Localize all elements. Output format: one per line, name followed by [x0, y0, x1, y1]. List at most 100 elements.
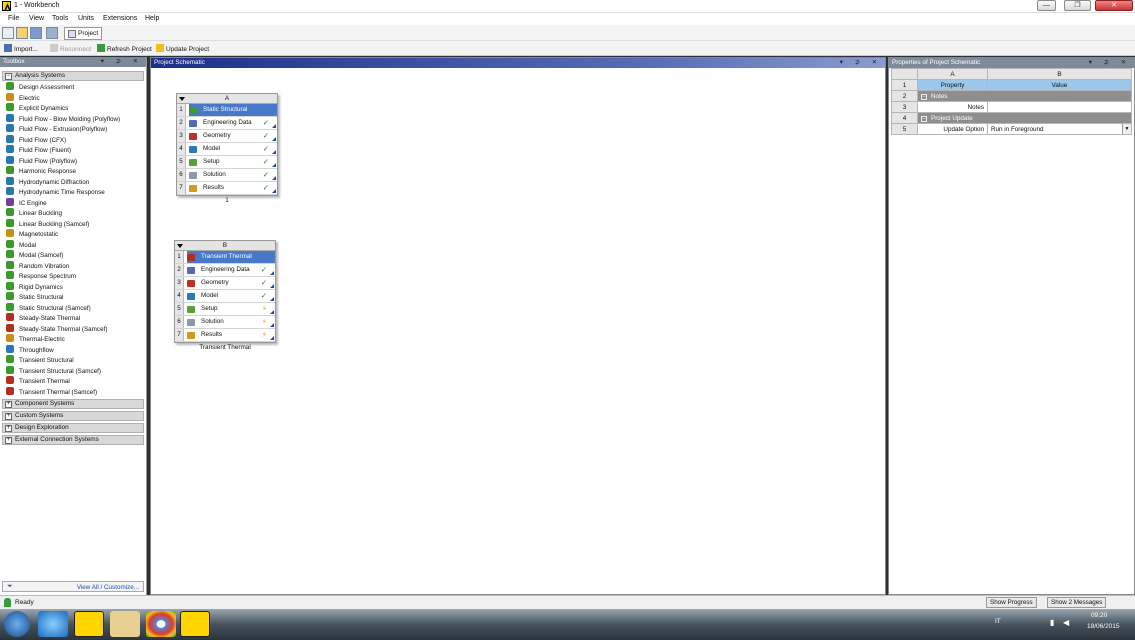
toolbox-item[interactable]: Random Vibration	[6, 260, 69, 271]
toolbox-item[interactable]: Fluid Flow (Polyflow)	[6, 155, 77, 166]
toolbox-item[interactable]: Static Structural (Samcef)	[6, 302, 91, 313]
clock-date[interactable]: 18/06/2015	[1087, 623, 1120, 630]
system-title-row[interactable]: 1 Static Structural	[177, 104, 277, 117]
reconnect-button[interactable]: Reconnect	[50, 44, 91, 53]
tab-project[interactable]: Project	[64, 27, 102, 40]
restore-button[interactable]: ❐	[1064, 0, 1091, 11]
toolbox-item[interactable]: Design Assessment	[6, 82, 74, 92]
toolbox-item[interactable]: Transient Thermal (Samcef)	[6, 386, 97, 397]
toolbox-item[interactable]: Transient Structural (Samcef)	[6, 365, 101, 376]
toolbox-item[interactable]: Fluid Flow - Extrusion(Polyflow)	[6, 124, 107, 134]
toolbox-item[interactable]: Steady-State Thermal (Samcef)	[6, 323, 107, 334]
toolbox-item[interactable]: Rigid Dynamics	[6, 281, 63, 292]
group-external-connection-systems[interactable]: + External Connection Systems	[2, 435, 144, 445]
new-icon[interactable]	[2, 27, 14, 39]
dropdown-arrow-icon[interactable]: ▼	[1122, 124, 1131, 134]
analysis-system-block[interactable]: A 1 Static Structural 2 Engineering Data ✓ 3 Ge…	[176, 93, 278, 196]
group-design-exploration[interactable]: + Design Exploration	[2, 423, 144, 433]
toolbox-item[interactable]: Fluid Flow - Blow Molding (Polyflow)	[6, 113, 120, 124]
show-messages-button[interactable]: Show 2 Messages	[1047, 597, 1107, 608]
menu-extensions[interactable]: Extensions	[103, 15, 137, 22]
toolbox-item[interactable]: Harmonic Response	[6, 166, 76, 176]
property-row[interactable]: 3 Notes	[891, 101, 1132, 113]
system-cell-row[interactable]: 2 Engineering Data ✓	[177, 117, 277, 130]
toolbox-item[interactable]: Hydrodynamic Diffraction	[6, 176, 89, 187]
toolbox-item[interactable]: Steady-State Thermal	[6, 313, 80, 323]
system-cell-row[interactable]: 2 Engineering Data ✓	[175, 264, 275, 277]
toolbox-item[interactable]: Fluid Flow (CFX)	[6, 134, 66, 145]
toolbox-item[interactable]: Electric	[6, 92, 40, 103]
volume-icon[interactable]: ◀	[1063, 618, 1069, 627]
network-icon[interactable]: ▮	[1050, 618, 1054, 627]
clock-time[interactable]: 09:20	[1091, 612, 1107, 619]
save-as-icon[interactable]	[46, 27, 58, 39]
group-custom-systems[interactable]: + Custom Systems	[2, 411, 144, 421]
property-group[interactable]: − Notes	[917, 90, 1132, 102]
close-button[interactable]: ✕	[1095, 0, 1133, 11]
system-cell-row[interactable]: 4 Model ✓	[175, 290, 275, 303]
system-caption[interactable]: 1	[176, 197, 278, 204]
system-cell-row[interactable]: 7 Results ⚡	[175, 329, 275, 342]
menu-file[interactable]: File	[8, 15, 19, 22]
analysis-system-block[interactable]: B 1 Transient Thermal 2 Engineering Data ✓ 3 Ge…	[174, 240, 276, 343]
system-cell-row[interactable]: 5 Setup ⚡	[175, 303, 275, 316]
toolbox-item[interactable]: Fluid Flow (Fluent)	[6, 145, 71, 155]
system-cell-row[interactable]: 3 Geometry ✓	[175, 277, 275, 290]
property-row[interactable]: 4− Project Update	[891, 112, 1132, 124]
language-indicator[interactable]: IT	[995, 618, 1001, 625]
panel-controls[interactable]: ▾ ⊅ ✕	[101, 57, 143, 66]
chrome-icon[interactable]	[146, 611, 176, 637]
system-menu-arrow-icon[interactable]	[179, 97, 185, 101]
view-all-customize-link[interactable]: View All / Customize...	[77, 584, 139, 591]
toolbox-item[interactable]: Thermal-Electric	[6, 334, 65, 344]
property-row[interactable]: 1 Property Value	[891, 79, 1132, 91]
menu-view[interactable]: View	[29, 15, 44, 22]
system-cell-row[interactable]: 4 Model ✓	[177, 143, 277, 156]
toolbox-item[interactable]: Static Structural	[6, 292, 63, 302]
system-menu-arrow-icon[interactable]	[177, 244, 183, 248]
system-cell-row[interactable]: 6 Solution ✓	[177, 169, 277, 182]
open-icon[interactable]	[16, 27, 28, 39]
toolbox-item[interactable]: Response Spectrum	[6, 271, 76, 281]
update-option-select[interactable]: Run in Foreground ▼	[987, 123, 1132, 135]
toolbox-item[interactable]: Linear Buckling (Samcef)	[6, 218, 89, 229]
internet-explorer-icon[interactable]	[38, 611, 68, 637]
minimize-button[interactable]: —	[1037, 0, 1056, 11]
menu-units[interactable]: Units	[78, 15, 94, 22]
import-button[interactable]: Import...	[4, 44, 38, 53]
ansys-workbench-taskbar-icon[interactable]	[180, 611, 210, 637]
panel-controls[interactable]: ▾ ⊅ ✕	[840, 58, 882, 67]
toolbox-item[interactable]: Modal (Samcef)	[6, 250, 63, 260]
system-title-row[interactable]: 1 Transient Thermal	[175, 251, 275, 264]
toolbox-item[interactable]: Transient Thermal	[6, 376, 70, 386]
refresh-project-button[interactable]: Refresh Project	[97, 44, 152, 53]
toolbox-item[interactable]: Transient Structural	[6, 355, 74, 365]
group-analysis-systems[interactable]: − Analysis Systems	[2, 71, 144, 81]
ansys-taskbar-icon[interactable]	[74, 611, 104, 637]
file-explorer-icon[interactable]	[110, 611, 140, 637]
save-icon[interactable]	[30, 27, 42, 39]
panel-controls[interactable]: ▾ ⊅ ✕	[1089, 58, 1131, 67]
menu-tools[interactable]: Tools	[52, 15, 68, 22]
toolbox-item[interactable]: Throughflow	[6, 344, 54, 355]
property-value[interactable]	[987, 101, 1132, 113]
system-cell-row[interactable]: 6 Solution ⚡	[175, 316, 275, 329]
update-project-button[interactable]: Update Project	[156, 44, 209, 53]
system-cell-row[interactable]: 3 Geometry ✓	[177, 130, 277, 143]
start-button-icon[interactable]	[4, 611, 30, 637]
toolbox-item[interactable]: Linear Buckling	[6, 208, 62, 218]
system-caption[interactable]: Transient Thermal	[174, 344, 276, 351]
property-row[interactable]: 5 Update Option Run in Foreground ▼	[891, 123, 1132, 135]
property-row[interactable]: 2− Notes	[891, 90, 1132, 102]
system-cell-row[interactable]: 5 Setup ✓	[177, 156, 277, 169]
filter-icon[interactable]: ⏷	[7, 583, 13, 591]
toolbox-item[interactable]: IC Engine	[6, 197, 47, 208]
system-cell-row[interactable]: 7 Results ✓	[177, 182, 277, 195]
group-component-systems[interactable]: + Component Systems	[2, 399, 144, 409]
toolbox-item[interactable]: Magnetostatic	[6, 229, 58, 239]
property-group[interactable]: − Project Update	[917, 112, 1132, 124]
toolbox-item[interactable]: Modal	[6, 239, 36, 250]
toolbox-item[interactable]: Explicit Dynamics	[6, 103, 68, 113]
menu-help[interactable]: Help	[145, 15, 159, 22]
toolbox-item[interactable]: Hydrodynamic Time Response	[6, 187, 105, 197]
